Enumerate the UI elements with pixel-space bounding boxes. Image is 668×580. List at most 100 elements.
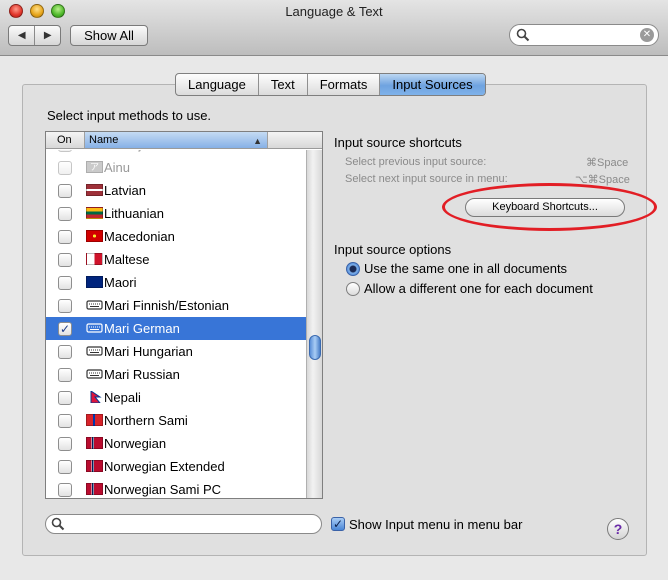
- shortcuts-heading: Input source shortcuts: [334, 135, 462, 150]
- enable-checkbox[interactable]: [58, 184, 72, 198]
- keyboard-icon: [86, 323, 103, 333]
- enable-checkbox[interactable]: [58, 253, 72, 267]
- radio-same-source-label[interactable]: Use the same one in all documents: [364, 261, 567, 276]
- list-item[interactable]: Norwegian: [46, 432, 306, 455]
- list-item[interactable]: Maltese: [46, 248, 306, 271]
- forward-button[interactable]: ▶: [34, 26, 60, 45]
- list-rows: ✓ARomajiアAinuLatvianLithuanianMacedonian…: [46, 150, 306, 498]
- list-item-label: Mari Finnish/Estonian: [104, 298, 229, 313]
- list-item[interactable]: Northern Sami: [46, 409, 306, 432]
- keyboard-icon: [86, 369, 103, 379]
- list-search-field[interactable]: [45, 514, 322, 534]
- back-button[interactable]: ◀: [9, 26, 34, 45]
- clear-search-icon[interactable]: ✕: [640, 28, 654, 42]
- list-item-label: Northern Sami: [104, 413, 188, 428]
- enable-checkbox[interactable]: [58, 230, 72, 244]
- radio-different-source[interactable]: [346, 282, 360, 296]
- ainu-icon: ア: [86, 161, 103, 173]
- list-item[interactable]: Macedonian: [46, 225, 306, 248]
- sort-ascending-icon: ▲: [253, 136, 262, 146]
- keyboard-icon: [86, 346, 103, 356]
- enable-checkbox[interactable]: [58, 207, 72, 221]
- column-header-name-label: Name: [89, 134, 119, 146]
- input-methods-list[interactable]: On Name▲ ✓ARomajiアAinuLatvianLithuanianM…: [45, 131, 323, 499]
- tab-formats[interactable]: Formats: [306, 74, 380, 95]
- list-item[interactable]: Mari Hungarian: [46, 340, 306, 363]
- list-item-label: Romaji: [104, 150, 144, 152]
- enable-checkbox[interactable]: [58, 368, 72, 382]
- next-source-label: Select next input source in menu:: [345, 173, 508, 185]
- enable-checkbox[interactable]: [58, 299, 72, 313]
- show-input-menu-label[interactable]: Show Input menu in menu bar: [349, 517, 522, 532]
- enable-checkbox[interactable]: [58, 276, 72, 290]
- list-item[interactable]: Lithuanian: [46, 202, 306, 225]
- help-button[interactable]: ?: [607, 518, 629, 540]
- nepal-flag-icon: [90, 391, 102, 403]
- sami-flag-icon: [86, 414, 103, 426]
- list-item[interactable]: Maori: [46, 271, 306, 294]
- enable-checkbox[interactable]: [58, 345, 72, 359]
- list-item-label: Nepali: [104, 390, 141, 405]
- list-item-label: Norwegian: [104, 436, 167, 451]
- input-methods-heading: Select input methods to use.: [47, 108, 212, 123]
- enable-checkbox[interactable]: ✓: [58, 322, 72, 336]
- norway-flag-icon: [86, 483, 103, 495]
- search-icon: [51, 517, 65, 531]
- list-item-label: Norwegian Sami PC: [104, 482, 222, 497]
- enable-checkbox[interactable]: [58, 414, 72, 428]
- list-scrollbar[interactable]: [306, 150, 322, 498]
- list-item-label: Maltese: [104, 252, 150, 267]
- norway-flag-icon: [86, 460, 103, 472]
- list-item[interactable]: ✓ Mari German: [46, 317, 306, 340]
- lithuania-flag-icon: [86, 207, 103, 219]
- prev-source-label: Select previous input source:: [345, 156, 487, 168]
- new-zealand-flag-icon: [86, 276, 103, 288]
- title-bar: Language & Text ◀ ▶ Show All ✕: [0, 0, 668, 56]
- preferences-window: Language & Text ◀ ▶ Show All ✕ Language …: [0, 0, 668, 580]
- toolbar-search-field[interactable]: ✕: [509, 24, 659, 46]
- tab-input-sources[interactable]: Input Sources: [379, 74, 485, 95]
- list-item-label: Mari German: [104, 321, 180, 336]
- next-source-keys: ⌥⌘Space: [575, 174, 630, 186]
- enable-checkbox[interactable]: ✓: [58, 150, 72, 152]
- list-item[interactable]: Latvian: [46, 179, 306, 202]
- column-header-name[interactable]: Name ▲: [85, 132, 268, 148]
- enable-checkbox[interactable]: [58, 483, 72, 497]
- enable-checkbox[interactable]: [58, 460, 72, 474]
- enable-checkbox[interactable]: [58, 437, 72, 451]
- window-title: Language & Text: [285, 4, 383, 19]
- column-header-on[interactable]: On: [46, 132, 85, 148]
- radio-different-source-label[interactable]: Allow a different one for each document: [364, 281, 593, 296]
- list-item-label: Maori: [104, 275, 137, 290]
- norway-flag-icon: [86, 437, 103, 449]
- list-item-label: Macedonian: [104, 229, 175, 244]
- list-item[interactable]: Norwegian Extended: [46, 455, 306, 478]
- malta-flag-icon: [86, 253, 103, 265]
- list-item-label: Lithuanian: [104, 206, 164, 221]
- latvia-flag-icon: [86, 184, 103, 196]
- list-item[interactable]: Mari Finnish/Estonian: [46, 294, 306, 317]
- macedonia-flag-icon: [86, 230, 103, 242]
- chevron-right-icon: ▶: [43, 30, 52, 41]
- list-header: On Name ▲: [46, 132, 322, 149]
- radio-same-source[interactable]: [346, 262, 360, 276]
- list-item[interactable]: ア Ainu: [46, 156, 306, 179]
- list-item-label: Latvian: [104, 183, 146, 198]
- tab-bar: Language Text Formats Input Sources: [175, 73, 486, 96]
- list-item[interactable]: Mari Russian: [46, 363, 306, 386]
- options-heading: Input source options: [334, 242, 452, 257]
- list-item[interactable]: Nepali: [46, 386, 306, 409]
- tab-language[interactable]: Language: [176, 74, 258, 95]
- tab-text[interactable]: Text: [257, 74, 307, 95]
- enable-checkbox[interactable]: [58, 391, 72, 405]
- list-item-label: Mari Russian: [104, 367, 180, 382]
- show-input-menu-checkbox[interactable]: ✓: [331, 517, 345, 531]
- show-all-button[interactable]: Show All: [70, 25, 148, 46]
- navigation-buttons: ◀ ▶: [8, 25, 61, 46]
- search-icon: [516, 28, 530, 42]
- list-item-label: Norwegian Extended: [104, 459, 225, 474]
- enable-checkbox[interactable]: [58, 161, 72, 175]
- keyboard-shortcuts-button[interactable]: Keyboard Shortcuts...: [465, 198, 625, 217]
- scrollbar-thumb[interactable]: [309, 335, 321, 360]
- list-item[interactable]: Norwegian Sami PC: [46, 478, 306, 498]
